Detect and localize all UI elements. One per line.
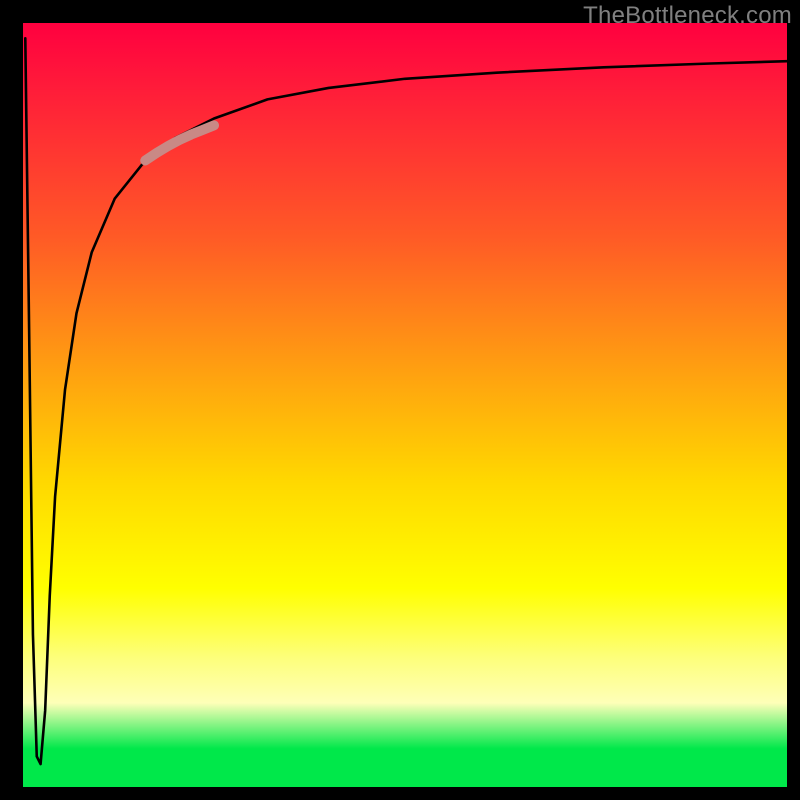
series-group [25,38,787,764]
watermark-text: TheBottleneck.com [583,2,792,30]
series-bottleneck-curve [25,38,787,764]
plot-area [23,23,787,787]
curve-svg [23,23,787,787]
chart-frame: TheBottleneck.com [0,0,800,800]
series-highlight-segment [145,125,214,160]
